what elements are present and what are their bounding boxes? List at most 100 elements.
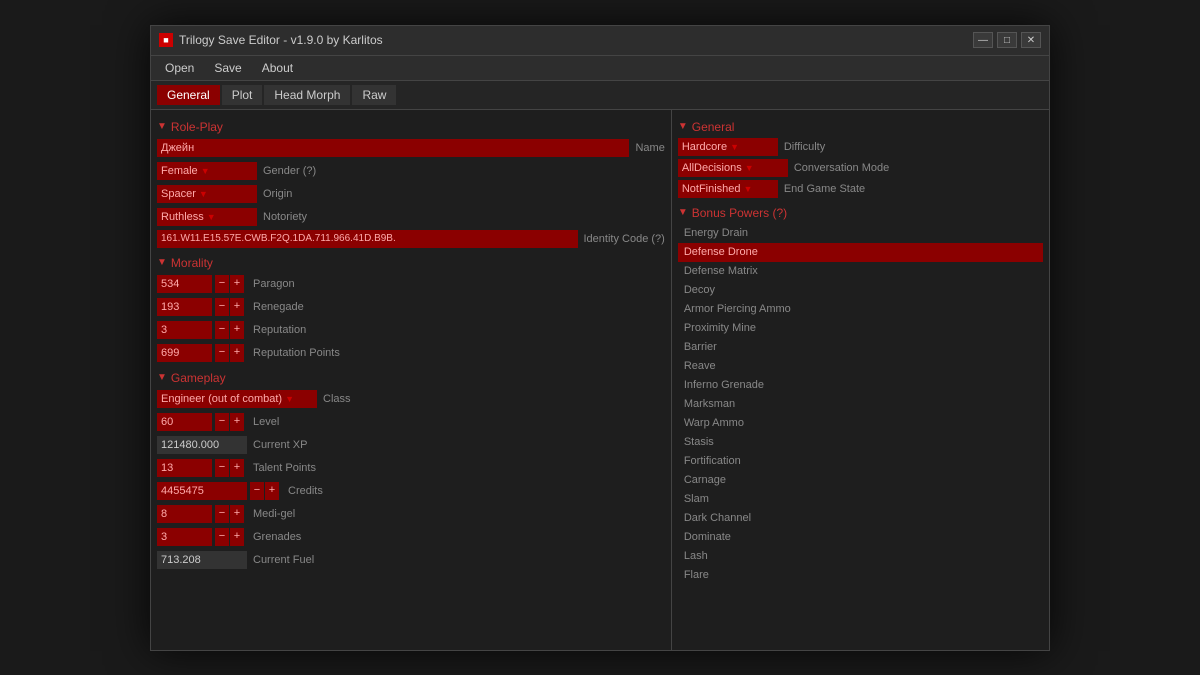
minimize-button[interactable]: — bbox=[973, 32, 993, 48]
title-bar-text: Trilogy Save Editor - v1.9.0 by Karlitos bbox=[179, 33, 973, 47]
level-plus[interactable]: + bbox=[230, 413, 244, 431]
bonus-power-item-7[interactable]: Reave bbox=[678, 357, 1043, 376]
bonus-power-item-9[interactable]: Marksman bbox=[678, 395, 1043, 414]
gender-dropdown[interactable]: Female ▼ bbox=[157, 162, 257, 180]
difficulty-dropdown[interactable]: Hardcore ▼ bbox=[678, 138, 778, 156]
renegade-input[interactable] bbox=[157, 298, 212, 316]
talent-input[interactable] bbox=[157, 459, 212, 477]
credits-input[interactable] bbox=[157, 482, 247, 500]
renegade-plus[interactable]: + bbox=[230, 298, 244, 316]
bonus-power-item-8[interactable]: Inferno Grenade bbox=[678, 376, 1043, 395]
medigel-row: − + Medi-gel bbox=[157, 504, 665, 524]
bonus-power-item-4[interactable]: Armor Piercing Ammo bbox=[678, 300, 1043, 319]
general-collapse-icon[interactable]: ▼ bbox=[678, 121, 688, 132]
name-input[interactable] bbox=[157, 139, 629, 157]
reputation-stepper: − + bbox=[215, 321, 244, 339]
credits-label: Credits bbox=[288, 485, 323, 497]
bonus-power-item-10[interactable]: Warp Ammo bbox=[678, 414, 1043, 433]
endgame-label: End Game State bbox=[784, 183, 865, 195]
close-button[interactable]: ✕ bbox=[1021, 32, 1041, 48]
conversation-dropdown-arrow: ▼ bbox=[745, 163, 754, 173]
notoriety-label: Notoriety bbox=[263, 211, 307, 223]
medigel-input[interactable] bbox=[157, 505, 212, 523]
paragon-plus[interactable]: + bbox=[230, 275, 244, 293]
class-dropdown[interactable]: Engineer (out of combat) ▼ bbox=[157, 390, 317, 408]
renegade-label: Renegade bbox=[253, 301, 304, 313]
grenades-minus[interactable]: − bbox=[215, 528, 229, 546]
bonus-power-item-16[interactable]: Dominate bbox=[678, 528, 1043, 547]
medigel-plus[interactable]: + bbox=[230, 505, 244, 523]
level-stepper: − + bbox=[215, 413, 244, 431]
general-section-header: ▼ General bbox=[678, 120, 1043, 134]
origin-row: Spacer ▼ Origin bbox=[157, 184, 665, 204]
bonus-powers-section-header: ▼ Bonus Powers (?) bbox=[678, 206, 1043, 220]
app-icon: ■ bbox=[159, 33, 173, 47]
talent-plus[interactable]: + bbox=[230, 459, 244, 477]
endgame-dropdown[interactable]: NotFinished ▼ bbox=[678, 180, 778, 198]
rep-points-plus[interactable]: + bbox=[230, 344, 244, 362]
roleplay-collapse-icon[interactable]: ▼ bbox=[157, 121, 167, 132]
notoriety-row: Ruthless ▼ Notoriety bbox=[157, 207, 665, 227]
paragon-row: − + Paragon bbox=[157, 274, 665, 294]
paragon-stepper: − + bbox=[215, 275, 244, 293]
grenades-plus[interactable]: + bbox=[230, 528, 244, 546]
bonus-power-item-17[interactable]: Lash bbox=[678, 547, 1043, 566]
menu-about[interactable]: About bbox=[256, 59, 299, 77]
bonus-power-item-6[interactable]: Barrier bbox=[678, 338, 1043, 357]
class-dropdown-arrow: ▼ bbox=[285, 394, 294, 404]
bonus-power-item-15[interactable]: Dark Channel bbox=[678, 509, 1043, 528]
bonus-power-item-1[interactable]: Defense Drone bbox=[678, 243, 1043, 262]
name-row: Name bbox=[157, 138, 665, 158]
rep-points-minus[interactable]: − bbox=[215, 344, 229, 362]
tab-raw[interactable]: Raw bbox=[352, 85, 396, 105]
reputation-minus[interactable]: − bbox=[215, 321, 229, 339]
level-input[interactable] bbox=[157, 413, 212, 431]
gameplay-section-header: ▼ Gameplay bbox=[157, 371, 665, 385]
paragon-minus[interactable]: − bbox=[215, 275, 229, 293]
medigel-minus[interactable]: − bbox=[215, 505, 229, 523]
paragon-input[interactable] bbox=[157, 275, 212, 293]
talent-minus[interactable]: − bbox=[215, 459, 229, 477]
credits-stepper: − + bbox=[250, 482, 279, 500]
menu-open[interactable]: Open bbox=[159, 59, 200, 77]
content-area: ▼ Role-Play Name Female ▼ Gender (?) Spa… bbox=[151, 110, 1049, 650]
credits-row: − + Credits bbox=[157, 481, 665, 501]
tab-bar: General Plot Head Morph Raw bbox=[151, 81, 1049, 110]
bonus-power-item-13[interactable]: Carnage bbox=[678, 471, 1043, 490]
renegade-minus[interactable]: − bbox=[215, 298, 229, 316]
notoriety-dropdown[interactable]: Ruthless ▼ bbox=[157, 208, 257, 226]
bonus-powers-collapse-icon[interactable]: ▼ bbox=[678, 207, 688, 218]
talent-stepper: − + bbox=[215, 459, 244, 477]
class-row: Engineer (out of combat) ▼ Class bbox=[157, 389, 665, 409]
maximize-button[interactable]: □ bbox=[997, 32, 1017, 48]
menu-save[interactable]: Save bbox=[208, 59, 247, 77]
bonus-power-item-2[interactable]: Defense Matrix bbox=[678, 262, 1043, 281]
paragon-label: Paragon bbox=[253, 278, 295, 290]
fuel-value: 713.208 bbox=[157, 551, 247, 569]
level-minus[interactable]: − bbox=[215, 413, 229, 431]
credits-plus[interactable]: + bbox=[265, 482, 279, 500]
bonus-power-item-3[interactable]: Decoy bbox=[678, 281, 1043, 300]
origin-dropdown[interactable]: Spacer ▼ bbox=[157, 185, 257, 203]
rep-points-label: Reputation Points bbox=[253, 347, 340, 359]
bonus-powers-list: Energy DrainDefense DroneDefense MatrixD… bbox=[678, 224, 1043, 585]
bonus-power-item-5[interactable]: Proximity Mine bbox=[678, 319, 1043, 338]
rep-points-input[interactable] bbox=[157, 344, 212, 362]
bonus-power-item-11[interactable]: Stasis bbox=[678, 433, 1043, 452]
gameplay-collapse-icon[interactable]: ▼ bbox=[157, 372, 167, 383]
reputation-input[interactable] bbox=[157, 321, 212, 339]
bonus-power-item-18[interactable]: Flare bbox=[678, 566, 1043, 585]
conversation-dropdown[interactable]: AllDecisions ▼ bbox=[678, 159, 788, 177]
bonus-power-item-12[interactable]: Fortification bbox=[678, 452, 1043, 471]
tab-head-morph[interactable]: Head Morph bbox=[264, 85, 350, 105]
tab-plot[interactable]: Plot bbox=[222, 85, 263, 105]
endgame-row: NotFinished ▼ End Game State bbox=[678, 180, 1043, 198]
medigel-label: Medi-gel bbox=[253, 508, 295, 520]
bonus-power-item-14[interactable]: Slam bbox=[678, 490, 1043, 509]
credits-minus[interactable]: − bbox=[250, 482, 264, 500]
tab-general[interactable]: General bbox=[157, 85, 220, 105]
bonus-power-item-0[interactable]: Energy Drain bbox=[678, 224, 1043, 243]
morality-collapse-icon[interactable]: ▼ bbox=[157, 257, 167, 268]
reputation-plus[interactable]: + bbox=[230, 321, 244, 339]
grenades-input[interactable] bbox=[157, 528, 212, 546]
